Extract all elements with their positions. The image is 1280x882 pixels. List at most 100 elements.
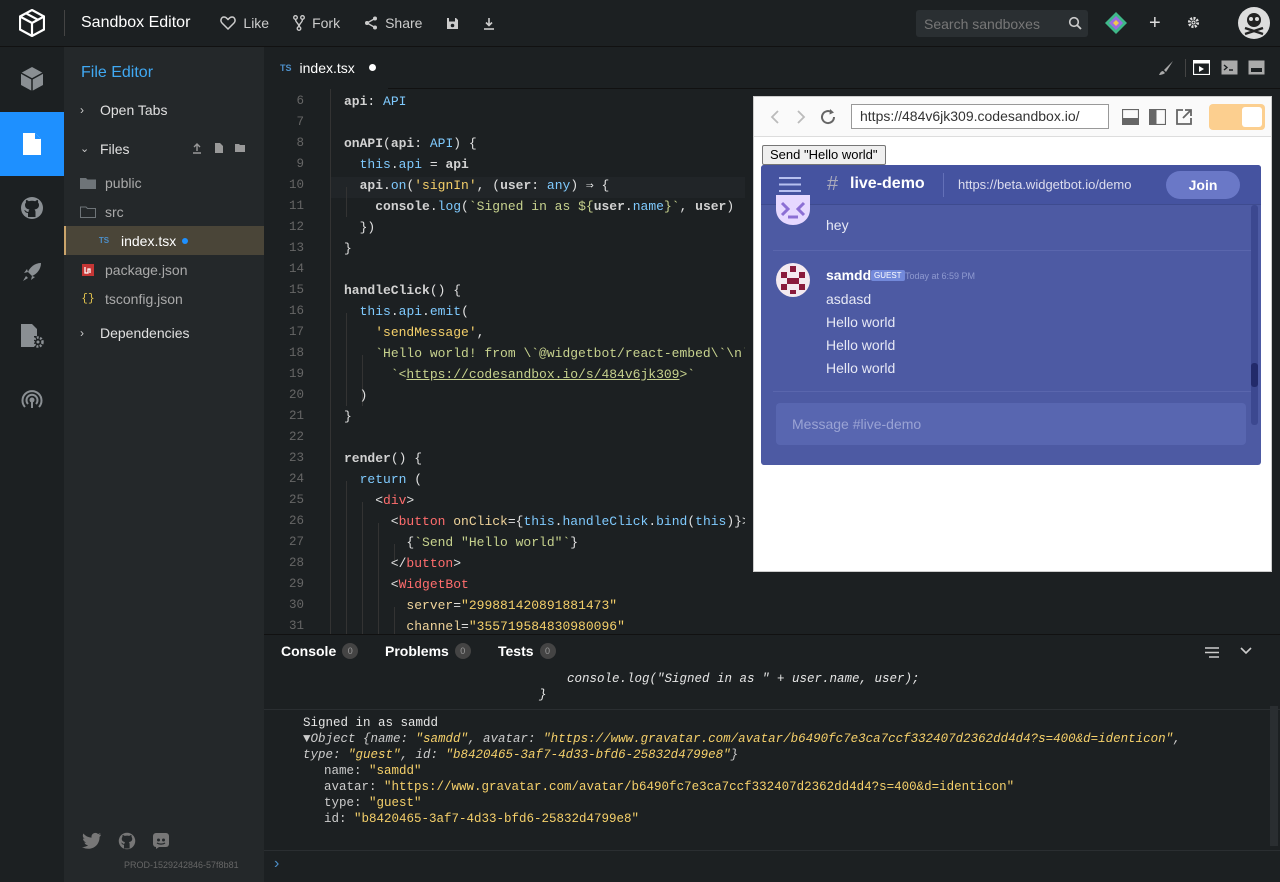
hamburger-menu-icon[interactable] [779, 177, 801, 192]
npm-icon [80, 263, 96, 276]
code-line: server="299881420891881473" [406, 598, 618, 613]
line-number: 30 [288, 598, 304, 612]
tree-item-src[interactable]: src [64, 197, 264, 226]
open-external-icon[interactable] [1175, 108, 1193, 126]
fork-button[interactable]: Fork [293, 15, 340, 31]
message-text: asdasd [826, 291, 872, 307]
code-line: `<https://codesandbox.io/s/484v6jk309>` [390, 367, 696, 382]
tab-index-tsx[interactable]: TS index.tsx [264, 47, 388, 89]
widgetbot-link[interactable]: https://beta.widgetbot.io/demo [958, 177, 1131, 192]
split-view-icon[interactable] [1248, 60, 1265, 75]
preview-toggle[interactable] [1209, 104, 1265, 130]
console-input[interactable]: › [264, 850, 1280, 882]
line-number: 28 [288, 556, 304, 570]
upload-file-icon[interactable] [192, 143, 202, 154]
tree-item-index-tsx[interactable]: TS index.tsx [64, 226, 264, 255]
object-key: , avatar: [468, 732, 544, 746]
console-object-summary[interactable]: ▼Object {name: "samdd", avatar: "https:/… [303, 732, 1181, 746]
console-output[interactable]: console.log("Signed in as " + user.name,… [264, 668, 1280, 850]
chevron-right-icon: › [80, 102, 84, 117]
console-scrollbar[interactable] [1270, 706, 1278, 846]
tree-item-package-json[interactable]: package.json [64, 255, 264, 284]
codesandbox-logo-icon[interactable] [0, 0, 64, 47]
tab-console[interactable]: Console 0 [281, 643, 359, 659]
line-number: 14 [288, 262, 304, 276]
share-button[interactable]: Share [364, 15, 422, 31]
search-input[interactable]: Search sandboxes [916, 10, 1088, 37]
like-button[interactable]: Like [220, 15, 269, 31]
open-tabs-label: Open Tabs [100, 101, 168, 118]
dependencies-label: Dependencies [100, 324, 190, 341]
files-section[interactable]: ⌄ Files [64, 134, 264, 163]
preview-view-icon[interactable] [1193, 60, 1210, 75]
activity-file-editor[interactable] [0, 112, 64, 176]
line-number: 6 [296, 94, 304, 108]
code-line: channel="355719584830980096" [406, 619, 625, 634]
chevron-down-icon[interactable] [1240, 647, 1252, 655]
new-file-icon[interactable] [214, 142, 224, 154]
object-expander: ▼Object { [303, 732, 371, 746]
github-footer-icon[interactable] [118, 832, 136, 850]
activity-deployment[interactable] [0, 240, 64, 304]
activity-github[interactable] [0, 176, 64, 240]
messages-scrollbar-thumb[interactable] [1251, 363, 1258, 387]
message-text: hey [826, 217, 849, 233]
twitter-icon[interactable] [82, 832, 102, 849]
indent-guide [330, 89, 331, 634]
save-button[interactable] [446, 17, 459, 30]
activity-config[interactable] [0, 304, 64, 368]
json-braces-icon: {} [81, 292, 95, 305]
tab-problems[interactable]: Problems 0 [385, 643, 471, 659]
line-number: 29 [288, 577, 304, 591]
line-number: 15 [288, 283, 304, 297]
line-number: 10 [288, 178, 304, 192]
discord-icon[interactable] [152, 832, 170, 850]
tab-tests[interactable]: Tests 0 [498, 643, 556, 659]
preview-url-input[interactable]: https://484v6jk309.codesandbox.io/ [851, 104, 1109, 129]
unsaved-dot-icon [368, 64, 376, 71]
line-number: 11 [288, 199, 304, 213]
tree-item-label: public [105, 174, 142, 191]
new-sandbox-plus-icon[interactable]: + [1149, 13, 1161, 33]
message-username[interactable]: samdd [826, 267, 871, 283]
pane-separator[interactable] [745, 89, 753, 634]
messages-scrollbar[interactable] [1251, 205, 1258, 425]
console-count-badge: 0 [342, 643, 359, 659]
send-hello-world-button[interactable]: Send "Hello world" [762, 145, 886, 165]
code-line: {`Send "Hello world"`} [344, 535, 579, 550]
line-number: 19 [288, 367, 304, 381]
code-editor[interactable]: 6 7 8 9 10 11 12 13 14 15 16 17 18 19 20 21 22 23 24 25 26 27… [264, 89, 745, 634]
prettify-brush-icon[interactable] [1158, 60, 1174, 76]
line-number: 31 [288, 619, 304, 633]
clear-console-icon[interactable] [1205, 647, 1219, 658]
message-timestamp: Today at 6:59 PM [905, 271, 976, 281]
folder-icon [80, 177, 96, 189]
line-number: 16 [288, 304, 304, 318]
patron-badge-icon[interactable] [1104, 11, 1128, 40]
forward-arrow-icon[interactable] [796, 110, 806, 124]
activity-project-info[interactable] [0, 47, 64, 111]
back-arrow-icon[interactable] [770, 110, 780, 124]
join-button[interactable]: Join [1166, 171, 1240, 199]
line-number: 8 [296, 136, 304, 150]
message-input[interactable]: Message #live-demo [776, 403, 1246, 445]
new-folder-icon[interactable] [234, 142, 246, 153]
user-avatar[interactable] [1238, 7, 1270, 44]
tree-item-public[interactable]: public [64, 168, 264, 197]
tree-item-tsconfig-json[interactable]: {} tsconfig.json [64, 284, 264, 313]
console-toggle-icon[interactable] [1122, 109, 1139, 125]
open-tabs-section[interactable]: › Open Tabs [64, 95, 264, 124]
split-toggle-icon[interactable] [1149, 109, 1166, 125]
settings-gear-icon[interactable] [1187, 16, 1200, 34]
dependencies-section[interactable]: › Dependencies [64, 318, 264, 347]
console-view-icon[interactable] [1221, 60, 1238, 75]
console-source-brace: } [539, 688, 547, 702]
refresh-icon[interactable] [819, 108, 837, 126]
download-button[interactable] [483, 17, 495, 30]
tab-tests-label: Tests [498, 643, 534, 659]
activity-live[interactable] [0, 368, 64, 432]
preview-navigation-bar: https://484v6jk309.codesandbox.io/ [754, 97, 1271, 137]
tab-label: index.tsx [299, 59, 355, 76]
file-icon [23, 133, 41, 155]
broadcast-icon [21, 390, 43, 408]
